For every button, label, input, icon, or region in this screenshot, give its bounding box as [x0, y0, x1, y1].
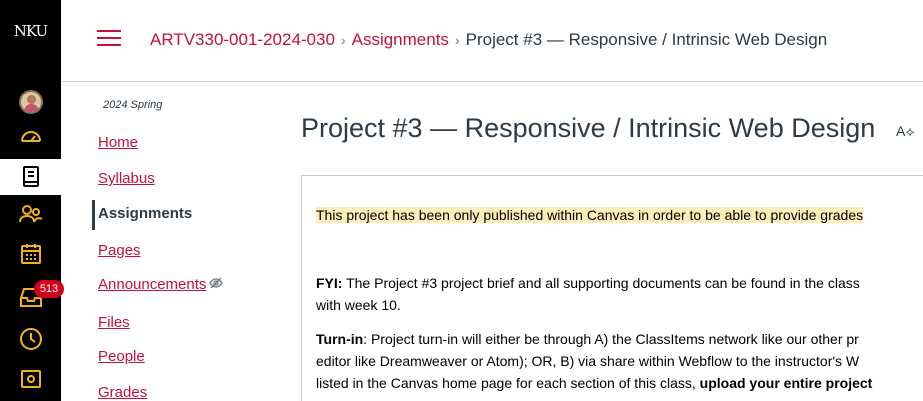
active-indicator [92, 200, 95, 230]
chevron-right-icon: › [340, 32, 346, 48]
fyi-paragraph-line2: with week 10. [316, 297, 401, 313]
course-nav-announcements[interactable]: Announcements [98, 276, 206, 293]
avatar [18, 90, 43, 114]
commons-nav-item[interactable] [0, 361, 61, 397]
fyi-text: The Project #3 project brief and all sup… [342, 275, 860, 291]
fyi-label: FYI: [316, 275, 343, 291]
breadcrumb-assignments-link[interactable]: Assignments [352, 30, 449, 49]
dashboard-nav-item[interactable] [0, 118, 61, 154]
nku-logo[interactable]: NKU [0, 22, 61, 40]
chevron-right-icon: › [454, 32, 460, 48]
courses-nav-item[interactable] [0, 159, 61, 195]
notice-text: This project has been only published wit… [316, 207, 864, 223]
accessibility-icon[interactable]: A⟡ [896, 123, 915, 140]
turnin-bold: upload your entire project [699, 375, 873, 391]
turnin-text-3: listed in the Canvas home page for each … [316, 375, 700, 391]
account-nav-item[interactable] [0, 84, 61, 120]
course-nav-people[interactable]: People [98, 348, 145, 365]
book-icon [22, 166, 39, 187]
turnin-text: : Project turn-in will either be through… [363, 331, 859, 347]
breadcrumb-course-link[interactable]: ARTV330-001-2024-030 [150, 30, 335, 49]
assignment-description: This project has been only published wit… [301, 175, 923, 401]
breadcrumb-current: Project #3 — Responsive / Intrinsic Web … [465, 30, 828, 49]
course-term: 2024 Spring [103, 99, 163, 111]
course-nav-pages[interactable]: Pages [98, 242, 141, 259]
dashboard-gauge-icon [20, 131, 41, 142]
fyi-paragraph: FYI: The Project #3 project brief and al… [316, 273, 860, 294]
course-nav-syllabus[interactable]: Syllabus [98, 170, 155, 187]
course-nav-grades[interactable]: Grades [98, 384, 147, 401]
clock-icon [19, 328, 42, 350]
course-nav-home[interactable]: Home [98, 134, 138, 151]
hidden-eye-icon [209, 277, 223, 289]
turnin-paragraph: Turn-in: Project turn-in will either be … [316, 329, 859, 350]
page-header: ARTV330-001-2024-030 › Assignments › Project… [61, 0, 923, 82]
turnin-paragraph-line2: editor like Dreamweaver or Atom); OR, B)… [316, 353, 860, 369]
page-title: Project #3 — Responsive / Intrinsic Web … [301, 113, 876, 143]
breadcrumb: ARTV330-001-2024-030 › Assignments › Project… [150, 30, 827, 50]
groups-nav-item[interactable] [0, 196, 61, 232]
course-nav: 2024 Spring Home Syllabus Assignments Pa… [91, 82, 281, 401]
people-icon [18, 205, 42, 223]
hamburger-menu-icon[interactable] [97, 30, 121, 48]
history-nav-item[interactable] [0, 321, 61, 357]
course-nav-assignments[interactable]: Assignments [98, 205, 192, 222]
commons-icon [20, 370, 41, 388]
calendar-nav-item[interactable] [0, 236, 61, 272]
turnin-label: Turn-in [316, 331, 364, 347]
turnin-paragraph-line3: listed in the Canvas home page for each … [316, 373, 872, 394]
notification-badge: 513 [34, 280, 64, 298]
calendar-icon [20, 244, 41, 264]
published-notice: This project has been only published wit… [316, 205, 864, 226]
global-nav: NKU 513 [0, 0, 64, 401]
course-nav-files[interactable]: Files [98, 314, 130, 331]
